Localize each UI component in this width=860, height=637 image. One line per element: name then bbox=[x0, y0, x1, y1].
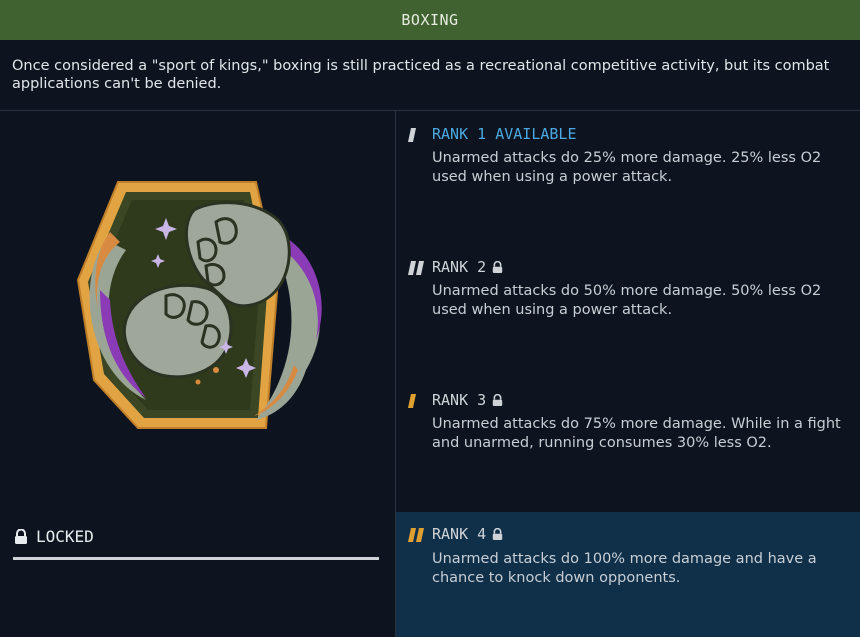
rank-2-title: RANK 2 bbox=[432, 258, 487, 276]
rank-progress-fill bbox=[13, 557, 379, 560]
skill-header: BOXING bbox=[0, 0, 860, 40]
rank-marker-icon bbox=[408, 128, 416, 142]
boxing-fists-badge-icon bbox=[76, 181, 322, 429]
lock-icon bbox=[15, 528, 27, 544]
locked-label: LOCKED bbox=[36, 527, 94, 546]
skill-title: BOXING bbox=[401, 11, 459, 29]
rank-row-3[interactable]: RANK 3 Unarmed attacks do 75% more damag… bbox=[396, 376, 860, 512]
skill-description: Once considered a "sport of kings," boxi… bbox=[12, 58, 830, 92]
rank-3-description: Unarmed attacks do 75% more damage. Whil… bbox=[432, 416, 841, 451]
rank-row-1[interactable]: RANK 1 AVAILABLE Unarmed attacks do 25% … bbox=[396, 111, 860, 243]
rank-3-title: RANK 3 bbox=[432, 391, 487, 409]
rank-marker-icon bbox=[408, 528, 424, 542]
lock-icon bbox=[492, 393, 503, 406]
rank-1-description: Unarmed attacks do 25% more damage. 25% … bbox=[432, 150, 822, 185]
rank-marker-icon bbox=[408, 394, 416, 408]
rank-marker-icon bbox=[408, 261, 424, 275]
rank-row-2[interactable]: RANK 2 Unarmed attacks do 50% more damag… bbox=[396, 243, 860, 376]
rank-4-title: RANK 4 bbox=[432, 525, 487, 543]
rank-2-description: Unarmed attacks do 50% more damage. 50% … bbox=[432, 283, 822, 318]
locked-status: LOCKED bbox=[14, 527, 94, 546]
lock-icon bbox=[492, 527, 503, 540]
rank-row-4[interactable]: RANK 4 Unarmed attacks do 100% more dama… bbox=[396, 512, 860, 637]
rank-progress-bar bbox=[13, 557, 379, 560]
rank-4-description: Unarmed attacks do 100% more damage and … bbox=[432, 551, 817, 586]
rank-1-title: RANK 1 AVAILABLE bbox=[432, 125, 577, 143]
lock-icon bbox=[492, 260, 503, 273]
